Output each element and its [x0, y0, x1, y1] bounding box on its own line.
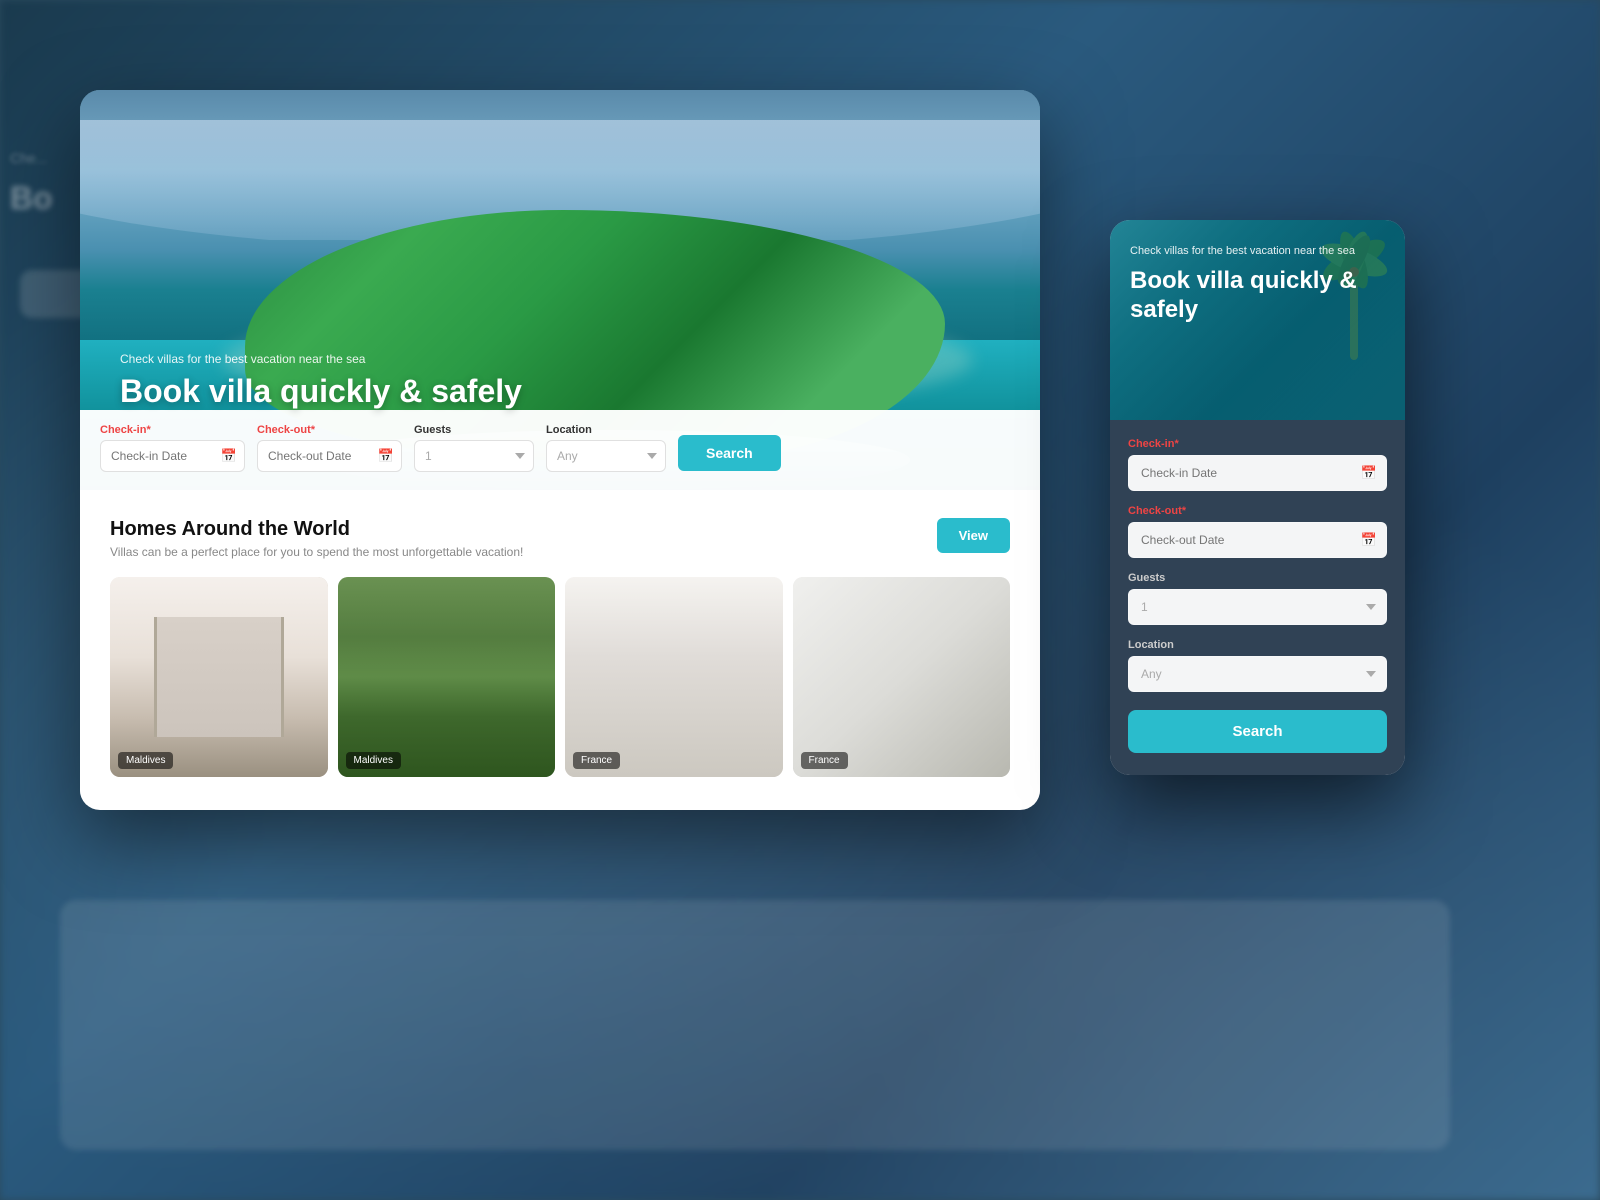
photo-label-3: France: [573, 752, 620, 769]
guests-field: Guests 1 2 3 4+: [414, 424, 534, 472]
mobile-checkin-wrap: 📅: [1128, 455, 1387, 491]
mobile-card: Check villas for the best vacation near …: [1110, 220, 1405, 775]
mobile-hero: Check villas for the best vacation near …: [1110, 220, 1405, 420]
checkout-input[interactable]: [257, 440, 402, 472]
section-header: Homes Around the World Villas can be a p…: [110, 518, 1010, 559]
mobile-hero-title: Book villa quickly & safely: [1130, 267, 1385, 325]
photo-card-3[interactable]: France: [565, 577, 783, 777]
homes-section: Homes Around the World Villas can be a p…: [80, 490, 1040, 805]
photo-label-4: France: [801, 752, 848, 769]
photo-card-1[interactable]: Maldives: [110, 577, 328, 777]
mobile-location-select[interactable]: Any Maldives France Italy Spain: [1128, 656, 1387, 692]
mobile-checkin-input[interactable]: [1128, 455, 1387, 491]
desktop-search-button[interactable]: Search: [678, 435, 781, 471]
checkout-field: Check-out* 📅: [257, 424, 402, 472]
location-select[interactable]: Any Maldives France Italy Spain: [546, 440, 666, 472]
bg-text-hint: Bo: [10, 180, 53, 217]
mobile-checkout-field: Check-out* 📅: [1128, 505, 1387, 558]
mobile-checkout-calendar-icon: 📅: [1361, 532, 1377, 548]
bg-bottom-card: [60, 900, 1450, 1150]
checkin-input[interactable]: [100, 440, 245, 472]
mobile-location-field: Location Any Maldives France Italy Spain: [1128, 639, 1387, 692]
mobile-location-label: Location: [1128, 639, 1387, 651]
mobile-guests-select[interactable]: 1 2 3 4+: [1128, 589, 1387, 625]
photo-label-1: Maldives: [118, 752, 173, 769]
main-desktop-card: Check villas for the best vacation near …: [80, 90, 1040, 810]
view-all-button[interactable]: View: [937, 518, 1010, 553]
hero-title: Book villa quickly & safely: [120, 372, 522, 410]
search-bar: Check-in* 📅 Check-out* 📅 Guests: [80, 410, 1040, 490]
homes-title: Homes Around the World: [110, 518, 523, 541]
mobile-hero-text: Check villas for the best vacation near …: [1130, 244, 1385, 325]
homes-subtitle: Villas can be a perfect place for you to…: [110, 545, 523, 559]
checkout-date-wrap: 📅: [257, 440, 402, 472]
mobile-hero-subtitle: Check villas for the best vacation near …: [1130, 244, 1385, 259]
photo-label-2: Maldives: [346, 752, 401, 769]
bg-text-hint2: Che...: [10, 150, 47, 166]
photo-grid: Maldives Maldives France France: [110, 577, 1010, 777]
checkin-label: Check-in*: [100, 424, 245, 436]
guests-select[interactable]: 1 2 3 4+: [414, 440, 534, 472]
mobile-guests-label: Guests: [1128, 572, 1387, 584]
mobile-checkin-calendar-icon: 📅: [1361, 465, 1377, 481]
hero-text-block: Check villas for the best vacation near …: [120, 352, 522, 410]
location-field: Location Any Maldives France Italy Spain: [546, 424, 666, 472]
mobile-form: Check-in* 📅 Check-out* 📅 Guests 1 2 3 4+: [1110, 420, 1405, 775]
mobile-checkout-wrap: 📅: [1128, 522, 1387, 558]
section-header-text: Homes Around the World Villas can be a p…: [110, 518, 523, 559]
hero-subtitle: Check villas for the best vacation near …: [120, 352, 522, 366]
photo-card-2[interactable]: Maldives: [338, 577, 556, 777]
photo-card-4[interactable]: France: [793, 577, 1011, 777]
mobile-checkin-label: Check-in*: [1128, 438, 1387, 450]
checkin-field: Check-in* 📅: [100, 424, 245, 472]
checkout-label: Check-out*: [257, 424, 402, 436]
location-label: Location: [546, 424, 666, 436]
guests-label: Guests: [414, 424, 534, 436]
mobile-checkout-label: Check-out*: [1128, 505, 1387, 517]
mobile-guests-field: Guests 1 2 3 4+: [1128, 572, 1387, 625]
mobile-search-button[interactable]: Search: [1128, 710, 1387, 753]
checkin-date-wrap: 📅: [100, 440, 245, 472]
mobile-checkin-field: Check-in* 📅: [1128, 438, 1387, 491]
mobile-checkout-input[interactable]: [1128, 522, 1387, 558]
hero-section: Check villas for the best vacation near …: [80, 90, 1040, 490]
